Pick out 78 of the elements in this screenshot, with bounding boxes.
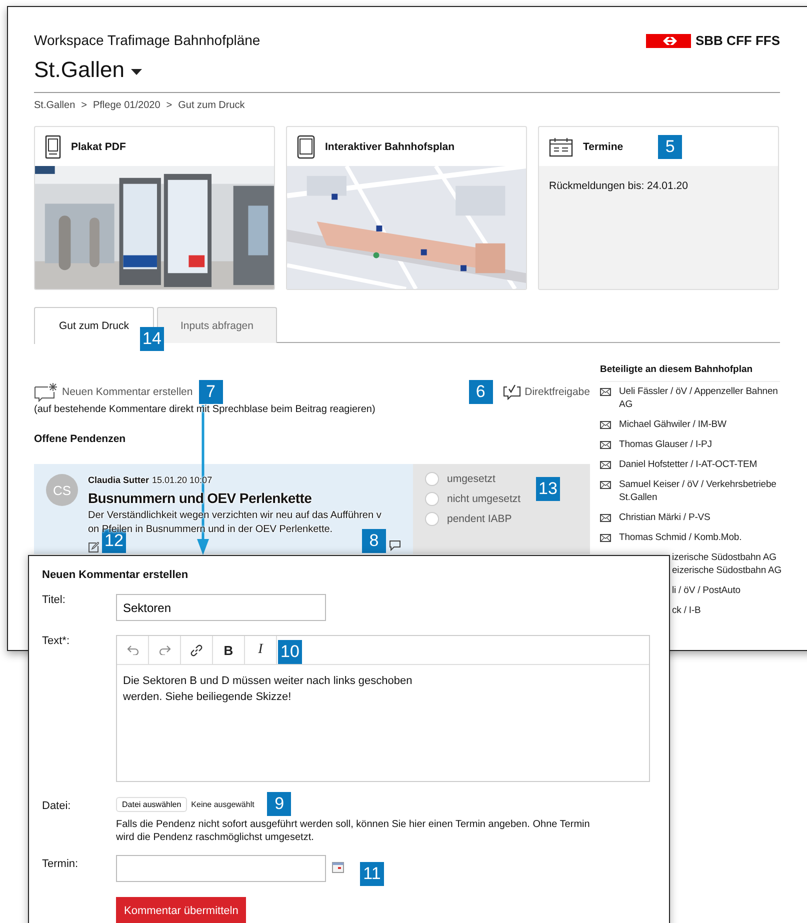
number-badge: 13: [536, 477, 560, 501]
breadcrumb-link[interactable]: Gut zum Druck: [178, 99, 245, 113]
envelope-icon[interactable]: [600, 481, 611, 489]
caret-icon[interactable]: [130, 69, 142, 76]
number-badge: 9: [267, 792, 292, 816]
logo-text: SBB CFF FFS: [696, 33, 780, 48]
number-badge: 14: [140, 327, 164, 351]
calendar-icon: [549, 136, 573, 156]
redo-icon: [158, 645, 170, 655]
envelope-icon[interactable]: [600, 441, 611, 449]
tablet-icon: [297, 134, 315, 158]
envelope-icon[interactable]: [600, 461, 611, 469]
envelope-icon[interactable]: [600, 421, 611, 429]
breadcrumb-separator: >: [166, 99, 172, 113]
number-badge: 6: [468, 380, 493, 404]
participant-name: li / öV / PostAuto: [672, 584, 740, 597]
status-option[interactable]: umgesetzt: [425, 472, 521, 486]
participant-name: Thomas Schmid / Komb.Mob.: [619, 531, 742, 544]
participant-name: Christian Märki / P-VS: [619, 511, 710, 524]
speech-bubble-icon[interactable]: [389, 540, 401, 551]
calendar-icon[interactable]: [332, 862, 344, 872]
participants-title: Beteiligte an diesem Bahnhofplan: [600, 363, 780, 382]
card[interactable]: Interaktiver Bahnhofsplan: [286, 126, 527, 290]
date-input[interactable]: [116, 854, 326, 882]
text-area[interactable]: Die Sektoren B und D müssen weiter nach links geschoben werden. Siehe beiliegende Skizze!: [117, 665, 649, 781]
card-title: Interaktiver Bahnhofsplan: [325, 140, 455, 152]
logo-icon: [646, 34, 690, 48]
number-badge: 11: [360, 862, 384, 886]
radio-button[interactable]: [425, 512, 439, 526]
participant-name: ck / I-B: [672, 604, 701, 617]
field-label: Titel:: [42, 594, 66, 608]
dialog-title: Neuen Kommentar erstellen: [42, 568, 190, 582]
title-input[interactable]: Sektoren: [116, 594, 326, 621]
participant-name: Michael Gähwiler / IM-BW: [619, 418, 726, 431]
submit-button[interactable]: Kommentar übermitteln: [116, 897, 246, 923]
avatar: CS: [46, 474, 78, 506]
number-badge: 10: [278, 640, 302, 664]
breadcrumb-link[interactable]: Pflege 01/2020: [92, 99, 160, 113]
undo-icon: [126, 645, 138, 655]
envelope-icon[interactable]: [600, 514, 611, 522]
date-hint: Falls die Pendenz nicht sofort ausgeführt werden soll, können Sie hier einen Termin angeben. Ohne Termin wird die Pendenz raschmöglichst umgesetzt.: [116, 818, 591, 844]
participant-name: Daniel Hofstetter / I-AT-OCT-TEM: [619, 458, 758, 471]
field-label: Text*:: [42, 635, 71, 649]
card-title: Termine: [583, 140, 624, 152]
number-badge: 7: [198, 380, 223, 404]
participant-name: Ueli Fässler / öV / Appenzeller Bahnen AG: [619, 385, 779, 411]
card[interactable]: Termine 5 Rückmeldungen bis: 24.01.20: [538, 126, 779, 290]
choose-file-button[interactable]: Datei auswählen: [116, 796, 188, 812]
radio-button[interactable]: [425, 472, 439, 486]
card[interactable]: Plakat PDF: [34, 126, 275, 290]
breadcrumb-link[interactable]: St.Gallen: [34, 99, 76, 113]
link-icon: [190, 644, 203, 656]
file-status: Keine ausgewählt: [191, 800, 254, 808]
author-name: Claudia Sutter: [88, 474, 150, 486]
number-badge: 8: [362, 529, 386, 553]
participant-name: Thomas Glauser / I-PJ: [619, 438, 712, 451]
participant-name: izerische Südostbahn AG eizerische Südostbahn AG: [672, 551, 782, 577]
participant-name: Samuel Keiser / öV / Verkehrsbetriebe St.Gallen: [619, 478, 778, 504]
comment-add-icon[interactable]: [34, 382, 58, 402]
document-icon: [45, 134, 61, 158]
radio-button[interactable]: [425, 492, 439, 506]
number-badge: 5: [658, 134, 682, 158]
station-title[interactable]: St.Gallen: [34, 56, 124, 84]
field-label: Datei:: [42, 800, 72, 812]
section-title: Offene Pendenzen: [34, 432, 127, 446]
deadline-text: Rückmeldungen bis: 24.01.20: [549, 180, 688, 192]
new-comment-link[interactable]: Neuen Kommentar erstellen: [62, 386, 193, 398]
field-label: Termin:: [42, 858, 80, 872]
breadcrumb-separator: >: [81, 99, 87, 113]
envelope-icon[interactable]: [600, 388, 611, 396]
comment-check-icon[interactable]: [502, 384, 521, 400]
edit-icon[interactable]: [88, 542, 99, 553]
status-option[interactable]: pendent IABP: [425, 512, 521, 526]
workspace-title: Workspace Trafimage Bahnhofpläne: [34, 31, 260, 49]
status-option[interactable]: nicht umgesetzt: [425, 492, 521, 506]
direct-release-link[interactable]: Direktfreigabe: [524, 386, 590, 398]
envelope-icon[interactable]: [600, 534, 611, 542]
card-title: Plakat PDF: [71, 140, 126, 152]
